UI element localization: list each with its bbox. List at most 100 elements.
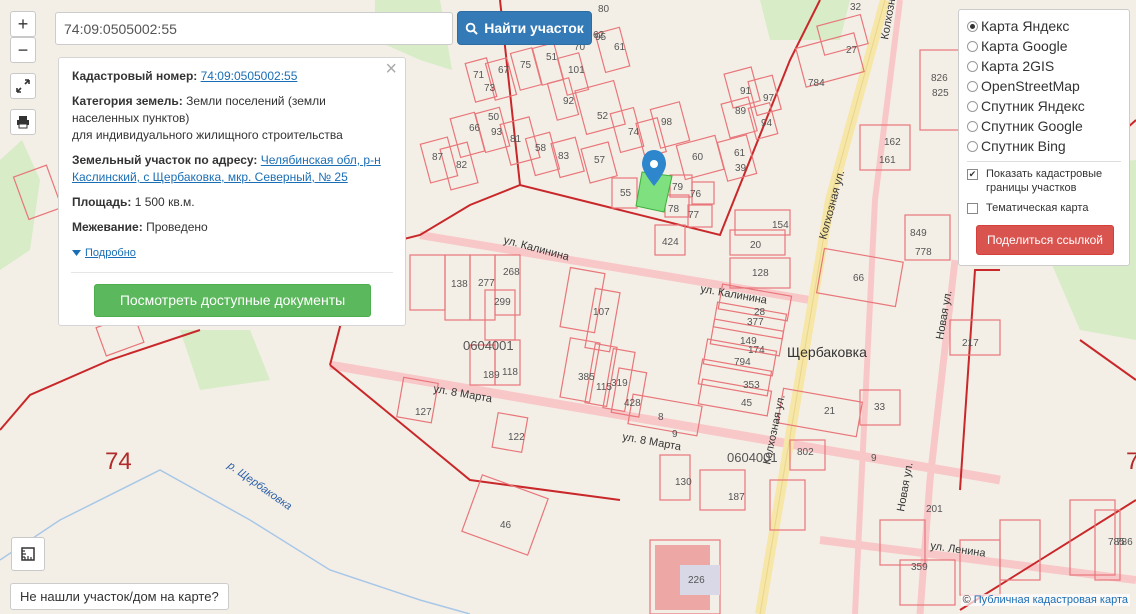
parcel-number: 79 <box>672 182 684 193</box>
layer-radio[interactable] <box>967 20 978 32</box>
parcel-number: 201 <box>926 504 943 515</box>
ruler-icon <box>21 547 35 561</box>
search-input[interactable] <box>55 12 453 45</box>
parcel-number: 51 <box>546 52 558 63</box>
layer-radio[interactable] <box>967 120 978 132</box>
parcel-number: 138 <box>451 279 468 290</box>
parcel-number: 825 <box>932 88 949 99</box>
parcel-number: 299 <box>494 297 511 308</box>
parcel-number: 45 <box>741 398 753 409</box>
parcel-number: 101 <box>568 65 585 76</box>
layer-radio[interactable] <box>967 140 978 152</box>
not-found-button[interactable]: Не нашли участок/дом на карте? <box>10 583 229 610</box>
parcel-number: 75 <box>520 60 532 71</box>
layer-option[interactable]: Спутник Google <box>967 116 1121 136</box>
layer-option[interactable]: Карта Яндекс <box>967 16 1121 36</box>
parcel-number: 128 <box>752 268 769 279</box>
parcel-number: 27 <box>846 45 858 56</box>
layer-radio[interactable] <box>967 100 978 112</box>
search-icon <box>465 22 478 35</box>
layer-option-label: Карта Google <box>981 38 1068 54</box>
search-button-label: Найти участок <box>484 20 584 36</box>
parcel-number: 115 <box>596 382 612 393</box>
parcel-number: 268 <box>503 267 520 278</box>
layer-option[interactable]: Спутник Яндекс <box>967 96 1121 116</box>
cadastral-number-row: Кадастровый номер: 74:09:0505002:55 <box>72 68 392 85</box>
parcel-number: 58 <box>535 143 547 154</box>
layer-divider <box>967 161 1121 162</box>
parcel-number: 217 <box>962 338 979 349</box>
parcel-number: 87 <box>432 152 444 163</box>
show-borders-checkbox[interactable]: ✔ <box>967 169 978 180</box>
details-row: Подробно <box>72 244 392 262</box>
parcel-number: 66 <box>469 123 481 134</box>
parcel-number: 794 <box>734 357 751 368</box>
thematic-checkbox[interactable] <box>967 203 978 214</box>
search-button[interactable]: Найти участок <box>457 11 592 45</box>
details-link[interactable]: Подробно <box>72 245 136 262</box>
parcel-number: 60 <box>692 152 704 163</box>
parcel-number: 98 <box>661 117 673 128</box>
address-row: Земельный участок по адресу: Челябинская… <box>72 152 392 186</box>
layer-radio[interactable] <box>967 60 978 72</box>
parcel-number: 802 <box>797 447 814 458</box>
parcel-number: 21 <box>824 406 836 417</box>
layer-options: Карта Яндекс Карта Google Карта 2GIS OpenSt… <box>967 16 1121 156</box>
parcel-number: 33 <box>874 402 886 413</box>
parcel-number: 76 <box>690 189 702 200</box>
zoom-out-button[interactable]: − <box>10 37 36 63</box>
show-borders-toggle[interactable]: ✔ Показать кадастровые границы участков <box>967 167 1121 195</box>
parcel-number: 107 <box>593 307 610 318</box>
parcel-number: 20 <box>750 240 762 251</box>
fullscreen-icon <box>16 79 30 93</box>
thematic-toggle[interactable]: Тематическая карта <box>967 201 1121 215</box>
category-row: Категория земель: Земли поселений (земли… <box>72 93 392 144</box>
survey-value: Проведено <box>146 220 208 234</box>
parcel-number: 73 <box>484 83 496 94</box>
cadastral-number-link[interactable]: 74:09:0505002:55 <box>201 69 298 83</box>
parcel-number: 66 <box>853 273 865 284</box>
parcel-number: 187 <box>728 492 745 503</box>
zoom-in-button[interactable]: + <box>10 11 36 37</box>
layer-radio[interactable] <box>967 80 978 92</box>
close-icon[interactable]: × <box>385 59 397 79</box>
layer-option-label: Карта Яндекс <box>981 18 1070 34</box>
ruler-button[interactable] <box>11 537 45 571</box>
parcel-number: 826 <box>931 73 948 84</box>
layer-option[interactable]: OpenStreetMap <box>967 76 1121 96</box>
block-label-2: 0604001 <box>727 450 778 465</box>
fullscreen-button[interactable] <box>10 73 36 99</box>
survey-label: Межевание: <box>72 220 143 234</box>
caret-down-icon <box>72 250 81 256</box>
view-documents-button[interactable]: Посмотреть доступные документы <box>94 284 371 317</box>
parcel-number: 118 <box>502 367 518 378</box>
area-label: Площадь: <box>72 195 132 209</box>
parcel-number: 89 <box>735 106 747 117</box>
attribution-link[interactable]: Публичная кадастровая карта <box>974 594 1128 606</box>
parcel-number: 424 <box>662 237 679 248</box>
parcel-number: 46 <box>500 520 512 531</box>
parcel-number: 122 <box>508 432 525 443</box>
layer-option[interactable]: Карта Google <box>967 36 1121 56</box>
layer-option[interactable]: Карта 2GIS <box>967 56 1121 76</box>
parcel-number: 428 <box>624 398 641 409</box>
share-link-button[interactable]: Поделиться ссылкой <box>976 225 1114 255</box>
layer-option-label: OpenStreetMap <box>981 78 1080 94</box>
town-label: Щербаковка <box>787 344 867 360</box>
show-borders-label: Показать кадастровые границы участков <box>986 168 1103 194</box>
category-value-2: для индивидуального жилищного строительс… <box>72 128 343 142</box>
layer-radio[interactable] <box>967 40 978 52</box>
parcel-number: 97 <box>763 93 775 104</box>
layer-option[interactable]: Спутник Bing <box>967 136 1121 156</box>
parcel-number: 78 <box>668 204 680 215</box>
parcel-number: 28 <box>754 307 766 318</box>
parcel-number: 189 <box>483 370 500 381</box>
parcel-number: 71 <box>473 70 485 81</box>
survey-row: Межевание: Проведено <box>72 219 392 236</box>
address-label: Земельный участок по адресу: <box>72 153 258 167</box>
parcel-number: 81 <box>510 134 522 145</box>
print-button[interactable] <box>10 109 36 135</box>
edge-label: 7 <box>1126 448 1136 475</box>
layer-option-label: Карта 2GIS <box>981 58 1055 74</box>
attribution-prefix: © <box>962 594 971 606</box>
